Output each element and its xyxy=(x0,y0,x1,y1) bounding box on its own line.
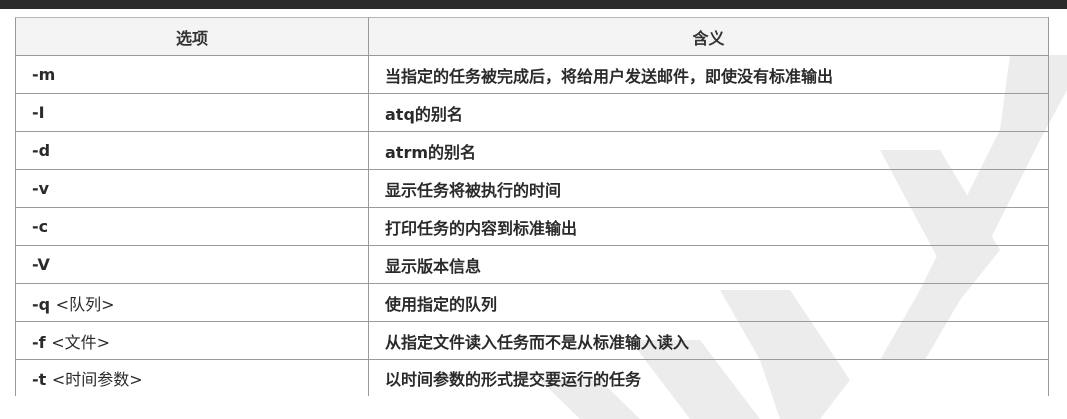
option-cell: -c xyxy=(15,207,369,246)
meaning-cell: 以时间参数的形式提交要运行的任务 xyxy=(368,359,1049,396)
option-cell: -q <队列> xyxy=(15,283,369,322)
table-row: -m 当指定的任务被完成后，将给用户发送邮件，即使没有标准输出 xyxy=(15,55,1049,94)
table-row: -d atrm的别名 xyxy=(15,131,1049,170)
options-table: 选项 含义 -m 当指定的任务被完成后，将给用户发送邮件，即使没有标准输出 -I… xyxy=(15,17,1049,396)
table-row: -I atq的别名 xyxy=(15,93,1049,132)
option-flag: -d xyxy=(32,141,51,160)
meaning-cell: 打印任务的内容到标准输出 xyxy=(368,207,1049,246)
header-option: 选项 xyxy=(15,17,369,56)
meaning-cell: 显示版本信息 xyxy=(368,245,1049,284)
table-row: -V 显示版本信息 xyxy=(15,245,1049,284)
option-argument: <队列> xyxy=(55,294,115,314)
option-argument: <时间参数> xyxy=(51,369,143,389)
option-flag: -c xyxy=(32,217,49,236)
option-cell: -V xyxy=(15,245,369,284)
option-flag: -q xyxy=(32,294,51,314)
table-row: -f <文件> 从指定文件读入任务而不是从标准输入读入 xyxy=(15,321,1049,360)
meaning-cell: atq的别名 xyxy=(368,93,1049,132)
meaning-cell: 从指定文件读入任务而不是从标准输入读入 xyxy=(368,321,1049,360)
option-cell: -d xyxy=(15,131,369,170)
top-border-bar xyxy=(0,0,1067,9)
option-cell: -v xyxy=(15,169,369,208)
table-row: -c 打印任务的内容到标准输出 xyxy=(15,207,1049,246)
table-row: -v 显示任务将被执行的时间 xyxy=(15,169,1049,208)
option-cell: -t <时间参数> xyxy=(15,359,369,396)
meaning-cell: 当指定的任务被完成后，将给用户发送邮件，即使没有标准输出 xyxy=(368,55,1049,94)
option-flag: -m xyxy=(32,65,56,84)
option-argument: <文件> xyxy=(51,332,111,352)
table-row: -t <时间参数> 以时间参数的形式提交要运行的任务 xyxy=(15,359,1049,396)
screenshot-canvas: 选项 含义 -m 当指定的任务被完成后，将给用户发送邮件，即使没有标准输出 -I… xyxy=(0,0,1067,419)
meaning-cell: 显示任务将被执行的时间 xyxy=(368,169,1049,208)
option-cell: -m xyxy=(15,55,369,94)
option-cell: -f <文件> xyxy=(15,321,369,360)
option-flag: -I xyxy=(32,103,45,122)
option-flag: -V xyxy=(32,255,50,274)
option-flag: -t xyxy=(32,369,47,389)
option-cell: -I xyxy=(15,93,369,132)
meaning-cell: 使用指定的队列 xyxy=(368,283,1049,322)
header-meaning: 含义 xyxy=(368,17,1049,56)
meaning-cell: atrm的别名 xyxy=(368,131,1049,170)
table-header-row: 选项 含义 xyxy=(15,17,1049,56)
option-flag: -v xyxy=(32,179,50,198)
option-flag: -f xyxy=(32,332,46,352)
table-row: -q <队列> 使用指定的队列 xyxy=(15,283,1049,322)
